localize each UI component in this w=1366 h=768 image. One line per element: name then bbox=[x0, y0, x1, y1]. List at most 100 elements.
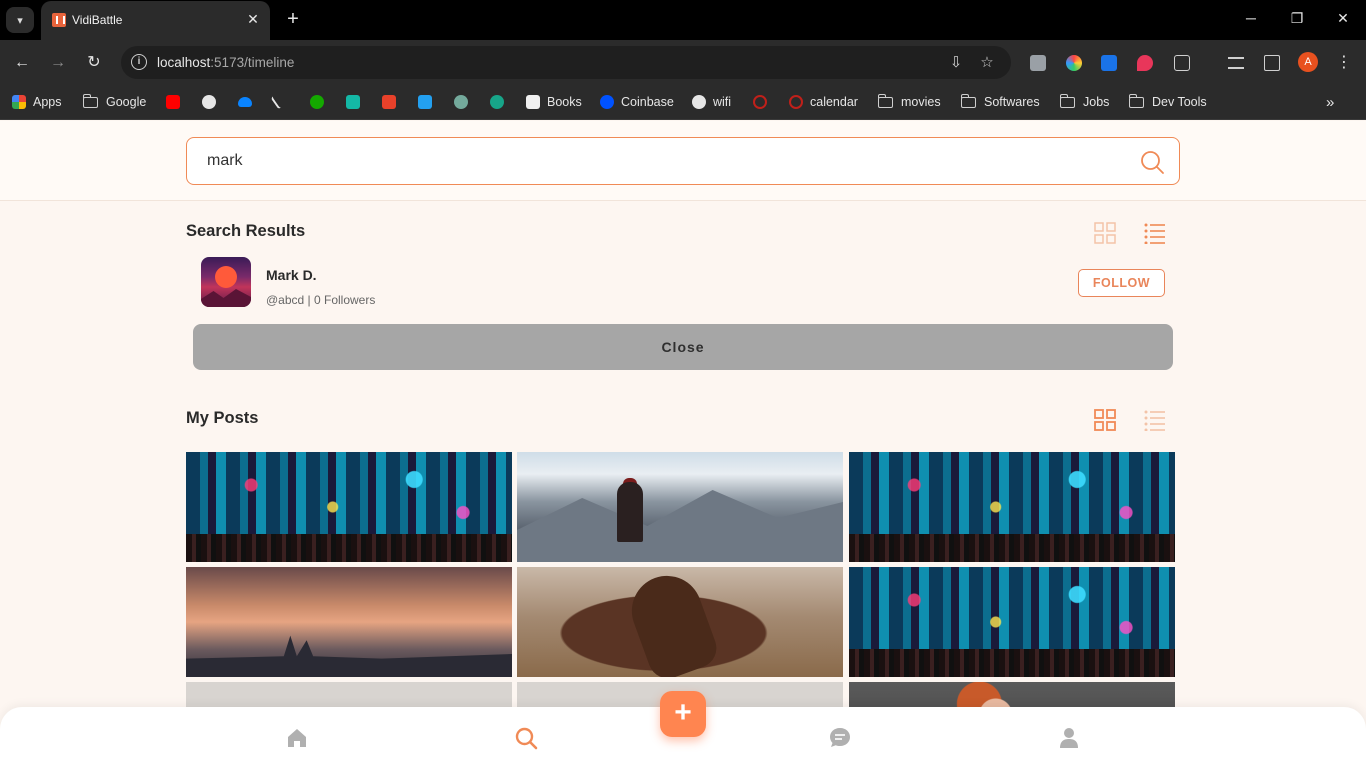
bookmark-apps[interactable]: Apps bbox=[12, 93, 62, 111]
url-path: :5173/timeline bbox=[210, 55, 295, 70]
search-icon[interactable] bbox=[1139, 149, 1165, 175]
upwork-icon bbox=[310, 95, 324, 109]
avatar-sun-shape bbox=[215, 266, 237, 288]
search-nav-icon[interactable] bbox=[514, 726, 538, 750]
bookmarks-bar: Apps Google Books Coinbase wifi calendar… bbox=[0, 85, 1366, 120]
bookmark-label: wifi bbox=[713, 95, 732, 109]
tab-title: VidiBattle bbox=[72, 13, 123, 27]
back-icon[interactable]: ← bbox=[11, 52, 33, 74]
grid-view-icon[interactable] bbox=[1094, 409, 1116, 431]
bookmark-label: Softwares bbox=[984, 95, 1040, 109]
post-thumbnail[interactable] bbox=[186, 567, 512, 677]
profile-icon[interactable] bbox=[1057, 726, 1081, 750]
bookmark-movies[interactable]: movies bbox=[877, 93, 941, 111]
install-app-icon[interactable]: ⇩ bbox=[947, 53, 965, 71]
browser-toolbar: ← → ↻ i localhost:5173/timeline ⇩ ☆ A ⋮ bbox=[0, 40, 1366, 85]
fi-extension-icon[interactable] bbox=[1101, 55, 1117, 71]
bookmark-star-icon[interactable]: ☆ bbox=[978, 53, 996, 71]
browser-menu-icon[interactable]: ⋮ bbox=[1333, 52, 1355, 74]
color-picker-extension-icon[interactable] bbox=[1066, 55, 1082, 71]
bookmark-calendar[interactable]: calendar bbox=[789, 93, 858, 111]
github-icon bbox=[202, 95, 216, 109]
post-thumbnail[interactable] bbox=[517, 452, 843, 562]
side-panel-icon[interactable] bbox=[1264, 55, 1280, 71]
bookmark-green[interactable] bbox=[490, 93, 511, 111]
grid-view-icon[interactable] bbox=[1094, 222, 1116, 244]
home-icon[interactable] bbox=[285, 726, 309, 750]
bookmark-google[interactable]: Google bbox=[82, 93, 147, 111]
bookmark-label: Apps bbox=[33, 95, 62, 109]
minimize-icon[interactable]: ─ bbox=[1241, 10, 1261, 26]
vidibattle-favicon-icon bbox=[52, 13, 66, 27]
address-bar[interactable]: i localhost:5173/timeline ⇩ ☆ bbox=[121, 46, 1011, 79]
tab-search-button[interactable]: ▾ bbox=[6, 7, 34, 33]
bookmark-label: Books bbox=[547, 95, 582, 109]
bookmark-wifi[interactable]: wifi bbox=[692, 93, 731, 111]
books-icon bbox=[526, 95, 540, 109]
bookmark-books[interactable]: Books bbox=[526, 93, 582, 111]
bookmark-label: Jobs bbox=[1083, 95, 1110, 109]
extension-icon[interactable] bbox=[1030, 55, 1046, 71]
list-view-icon[interactable] bbox=[1144, 409, 1166, 431]
bookmark-label: Google bbox=[106, 95, 147, 109]
red-swirl-icon bbox=[753, 95, 767, 109]
bookmark-label: calendar bbox=[810, 95, 858, 109]
follow-button[interactable]: FOLLOW bbox=[1078, 269, 1165, 297]
bookmark-github[interactable] bbox=[202, 93, 223, 111]
extensions-puzzle-icon[interactable] bbox=[1174, 55, 1190, 71]
window-close-icon[interactable]: ✕ bbox=[1333, 10, 1353, 27]
d-app-icon bbox=[346, 95, 360, 109]
globe-icon bbox=[692, 95, 706, 109]
folder-icon bbox=[1059, 93, 1075, 108]
site-info-icon[interactable]: i bbox=[131, 54, 147, 70]
bookmark-label: movies bbox=[901, 95, 941, 109]
bookmark-d[interactable] bbox=[346, 93, 367, 111]
bookmark-youtube[interactable] bbox=[166, 93, 187, 111]
bookmark-vscode[interactable] bbox=[418, 93, 439, 111]
pen-icon bbox=[270, 94, 284, 110]
apps-grid-icon bbox=[12, 95, 26, 109]
forward-icon[interactable]: → bbox=[47, 52, 69, 74]
close-tab-icon[interactable]: ✕ bbox=[244, 10, 262, 28]
search-box[interactable] bbox=[186, 137, 1180, 185]
bookmark-p[interactable] bbox=[382, 93, 403, 111]
avatar[interactable] bbox=[201, 257, 251, 307]
bookmark-red[interactable] bbox=[753, 93, 774, 111]
app-content: Search Results Mark D. @abcd | 0 Followe… bbox=[0, 121, 1366, 768]
bookmark-dev-tools[interactable]: Dev Tools bbox=[1128, 93, 1207, 111]
bookmark-label: Dev Tools bbox=[1152, 95, 1207, 109]
more-bookmarks-icon[interactable]: » bbox=[1326, 93, 1334, 111]
bookmark-coinbase[interactable]: Coinbase bbox=[600, 93, 674, 111]
bookmark-chatgpt[interactable] bbox=[454, 93, 475, 111]
bookmark-pen[interactable] bbox=[270, 93, 287, 111]
bookmark-softwares[interactable]: Softwares bbox=[960, 93, 1040, 111]
post-thumbnail[interactable] bbox=[849, 452, 1175, 562]
result-user-meta: @abcd | 0 Followers bbox=[266, 293, 376, 307]
restore-icon[interactable]: ❐ bbox=[1287, 10, 1307, 27]
my-posts-title: My Posts bbox=[186, 409, 259, 427]
create-post-button[interactable]: + bbox=[660, 691, 706, 737]
red-extension-icon[interactable] bbox=[1137, 55, 1153, 71]
list-view-icon[interactable] bbox=[1144, 222, 1166, 244]
close-results-button[interactable]: Close bbox=[193, 324, 1173, 370]
browser-tab[interactable]: VidiBattle ✕ bbox=[41, 1, 270, 40]
result-user-name[interactable]: Mark D. bbox=[266, 267, 317, 283]
calendar-swirl-icon bbox=[789, 95, 803, 109]
reload-icon[interactable]: ↻ bbox=[83, 52, 105, 74]
chat-icon[interactable] bbox=[828, 726, 852, 750]
search-results-title: Search Results bbox=[186, 222, 306, 240]
url-text: localhost:5173/timeline bbox=[157, 55, 294, 70]
cloud-icon bbox=[238, 97, 252, 107]
new-tab-button[interactable]: + bbox=[283, 8, 303, 30]
post-thumbnail[interactable] bbox=[849, 567, 1175, 677]
post-thumbnail[interactable] bbox=[517, 567, 843, 677]
media-controls-icon[interactable] bbox=[1228, 57, 1244, 69]
search-header bbox=[0, 121, 1366, 201]
profile-avatar[interactable]: A bbox=[1298, 52, 1318, 72]
search-input[interactable] bbox=[207, 152, 1107, 170]
bookmark-jobs[interactable]: Jobs bbox=[1059, 93, 1110, 111]
bookmark-upwork[interactable] bbox=[310, 93, 331, 111]
search-result-item[interactable]: Mark D. @abcd | 0 Followers FOLLOW bbox=[193, 249, 1173, 315]
bookmark-onedrive[interactable] bbox=[238, 93, 259, 111]
post-thumbnail[interactable] bbox=[186, 452, 512, 562]
